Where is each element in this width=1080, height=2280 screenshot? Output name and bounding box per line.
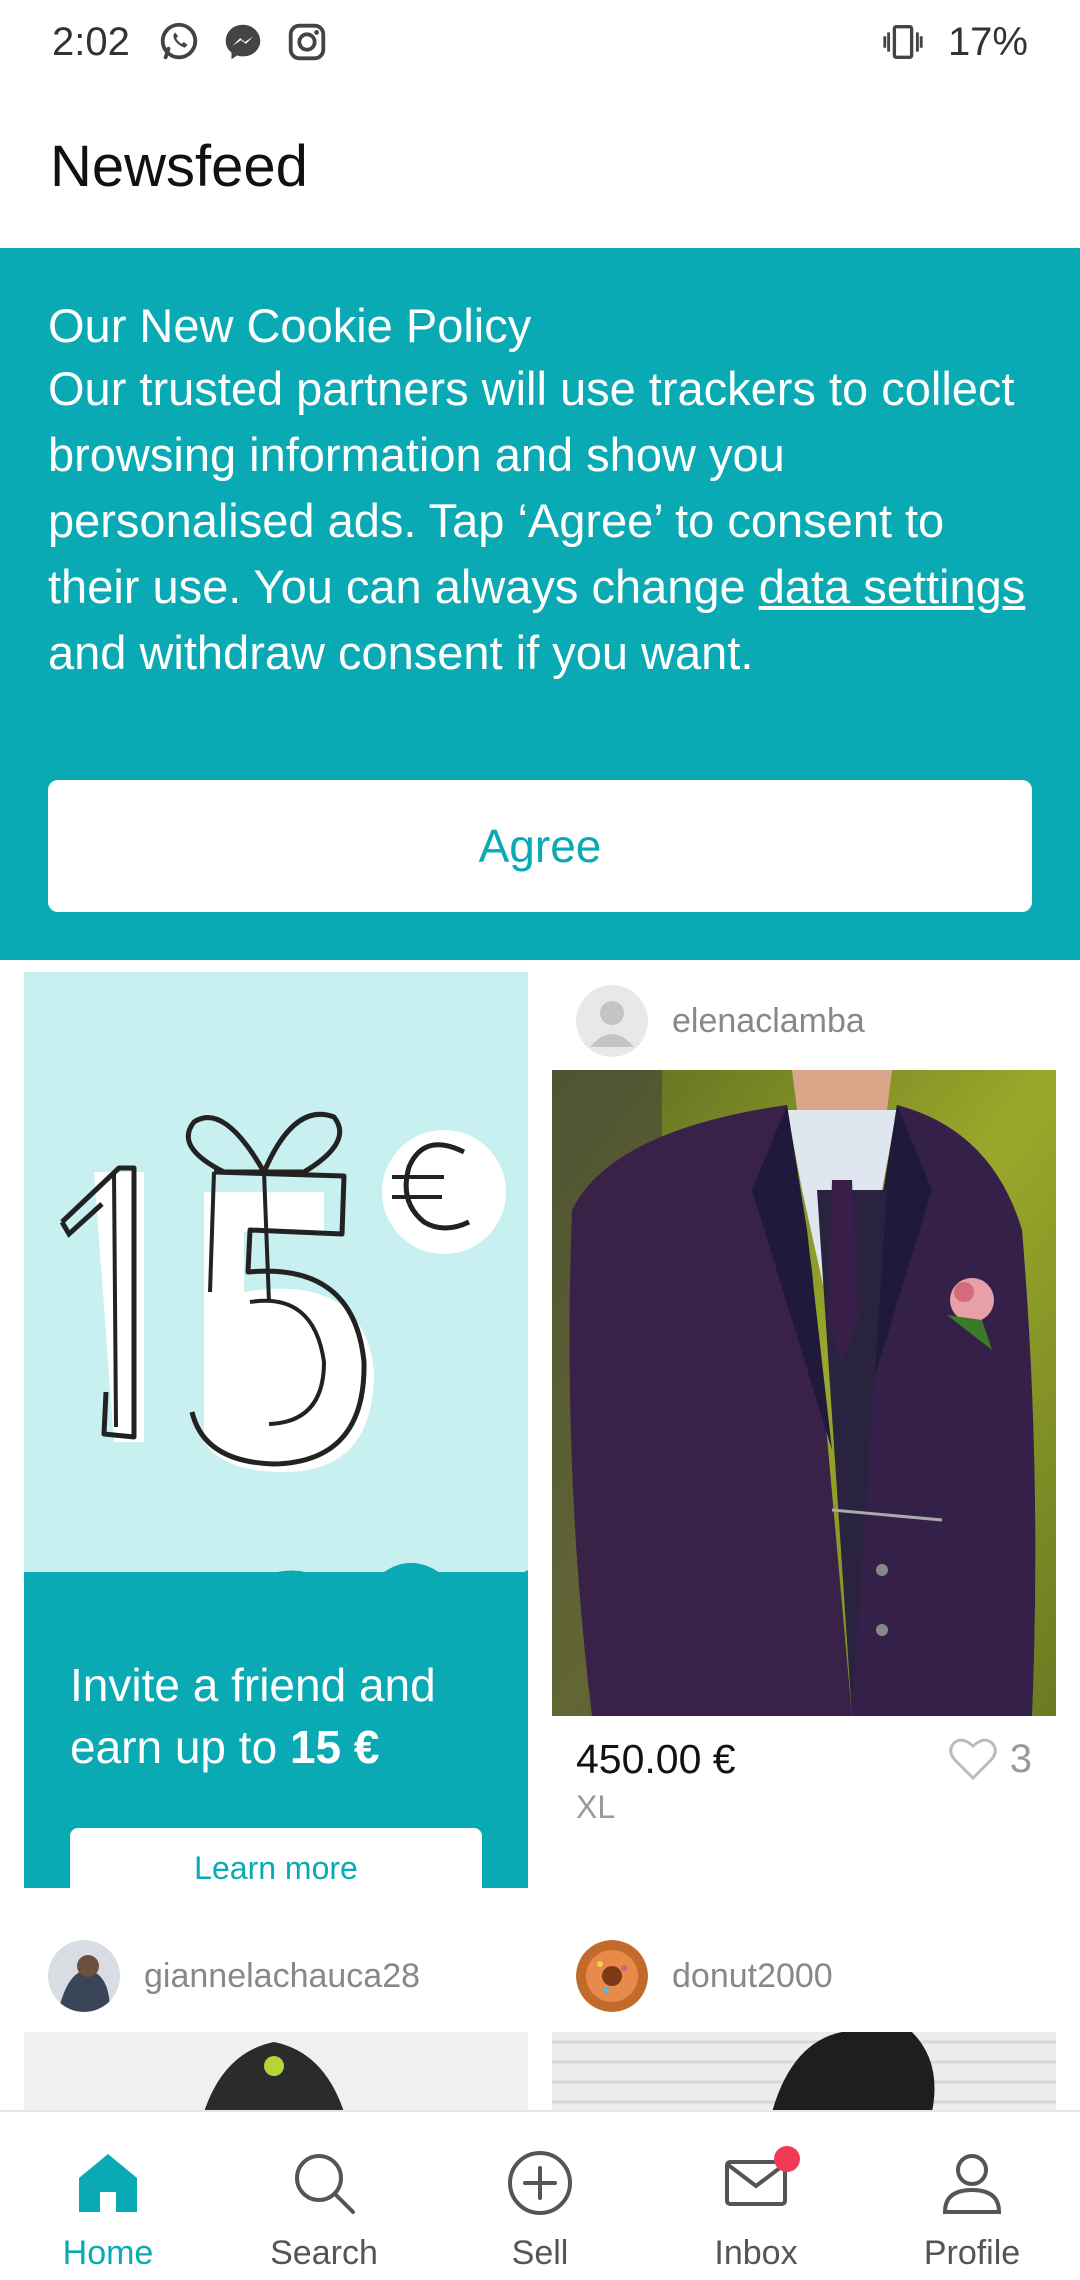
nav-profile[interactable]: Profile <box>864 2112 1080 2280</box>
cookie-banner: Our New Cookie Policy Our trusted partne… <box>0 248 1080 960</box>
nav-label: Home <box>62 2234 154 2272</box>
listing-meta: 450.00 € XL 3 <box>552 1716 1056 1836</box>
avatar[interactable] <box>576 1940 648 2012</box>
invite-promo-card[interactable]: Invite a friend and earn up to 15 € Lear… <box>24 972 528 1888</box>
donut-avatar <box>576 1940 648 2012</box>
plus-circle-icon <box>508 2151 572 2215</box>
app-header: Newsfeed <box>0 84 1080 248</box>
promo-text: Invite a friend and earn up to 15 € <box>70 1654 510 1778</box>
bottom-navigation: Home Search Sell Inbox Profile <box>0 2110 1080 2280</box>
username[interactable]: elenaclamba <box>672 1002 865 1041</box>
newsfeed-grid: Invite a friend and earn up to 15 € Lear… <box>0 960 1080 2110</box>
home-icon <box>79 2154 137 2212</box>
listing-photo[interactable] <box>24 2032 528 2110</box>
avatar[interactable] <box>576 985 648 1057</box>
nav-sell[interactable]: Sell <box>432 2112 648 2280</box>
status-time: 2:02 <box>52 19 130 64</box>
nav-search[interactable]: Search <box>216 2112 432 2280</box>
search-icon <box>295 2154 355 2214</box>
listing-photo[interactable] <box>552 1070 1056 1716</box>
listing-user[interactable]: donut2000 <box>552 1920 1056 2032</box>
page-title: Newsfeed <box>50 133 308 199</box>
listing-card[interactable]: elenaclamba 450.00 € XL 3 <box>552 960 1056 1836</box>
avatar[interactable] <box>48 1940 120 2012</box>
nav-label: Search <box>270 2234 378 2272</box>
listing-photo[interactable] <box>552 2032 1056 2110</box>
nav-inbox[interactable]: Inbox <box>648 2112 864 2280</box>
nav-label: Profile <box>923 2234 1021 2272</box>
cookie-body: Our trusted partners will use trackers t… <box>48 356 1032 686</box>
listing-card[interactable]: donut2000 <box>552 1920 1056 2110</box>
vibrate-icon <box>883 24 923 60</box>
instagram-icon <box>288 23 326 61</box>
listing-card[interactable]: giannelachauca28 <box>24 1920 528 2110</box>
nav-label: Inbox <box>714 2234 798 2272</box>
item-photo-preview <box>24 2032 528 2110</box>
unread-badge <box>774 2146 800 2172</box>
data-settings-link[interactable]: data settings <box>759 560 1026 613</box>
user-photo-avatar <box>48 1940 120 2012</box>
promo-amount: 15 € <box>289 1721 380 1773</box>
item-photo-preview <box>552 2032 1056 2110</box>
agree-button[interactable]: Agree <box>48 780 1032 912</box>
like-button[interactable]: 3 <box>948 1736 1032 1782</box>
gift-15-euro-illustration <box>24 1111 528 1612</box>
username[interactable]: donut2000 <box>672 1957 833 1996</box>
suit-photo <box>552 1070 1056 1716</box>
battery-level: 17% <box>947 19 1028 64</box>
notification-icons <box>156 19 330 65</box>
system-status: 17% <box>880 19 1028 65</box>
default-avatar-icon <box>576 985 648 1057</box>
cookie-text-part2: and withdraw consent if you want. <box>48 626 754 679</box>
profile-icon <box>942 2154 1002 2214</box>
nav-home[interactable]: Home <box>0 2112 216 2280</box>
messenger-icon <box>225 24 261 60</box>
promo-text-main: Invite a friend and earn up to <box>70 1659 436 1773</box>
username[interactable]: giannelachauca28 <box>144 1957 420 1996</box>
cookie-title: Our New Cookie Policy <box>48 299 532 352</box>
like-count: 3 <box>1009 1736 1032 1781</box>
listing-size: XL <box>576 1789 616 1825</box>
nav-label: Sell <box>511 2234 569 2272</box>
listing-user[interactable]: elenaclamba <box>552 960 1056 1070</box>
heart-icon <box>949 1738 997 1781</box>
learn-more-button[interactable]: Learn more <box>70 1828 482 1888</box>
status-bar: 2:02 17% <box>0 0 1080 84</box>
listing-user[interactable]: giannelachauca28 <box>24 1920 528 2032</box>
whatsapp-icon <box>160 22 198 60</box>
